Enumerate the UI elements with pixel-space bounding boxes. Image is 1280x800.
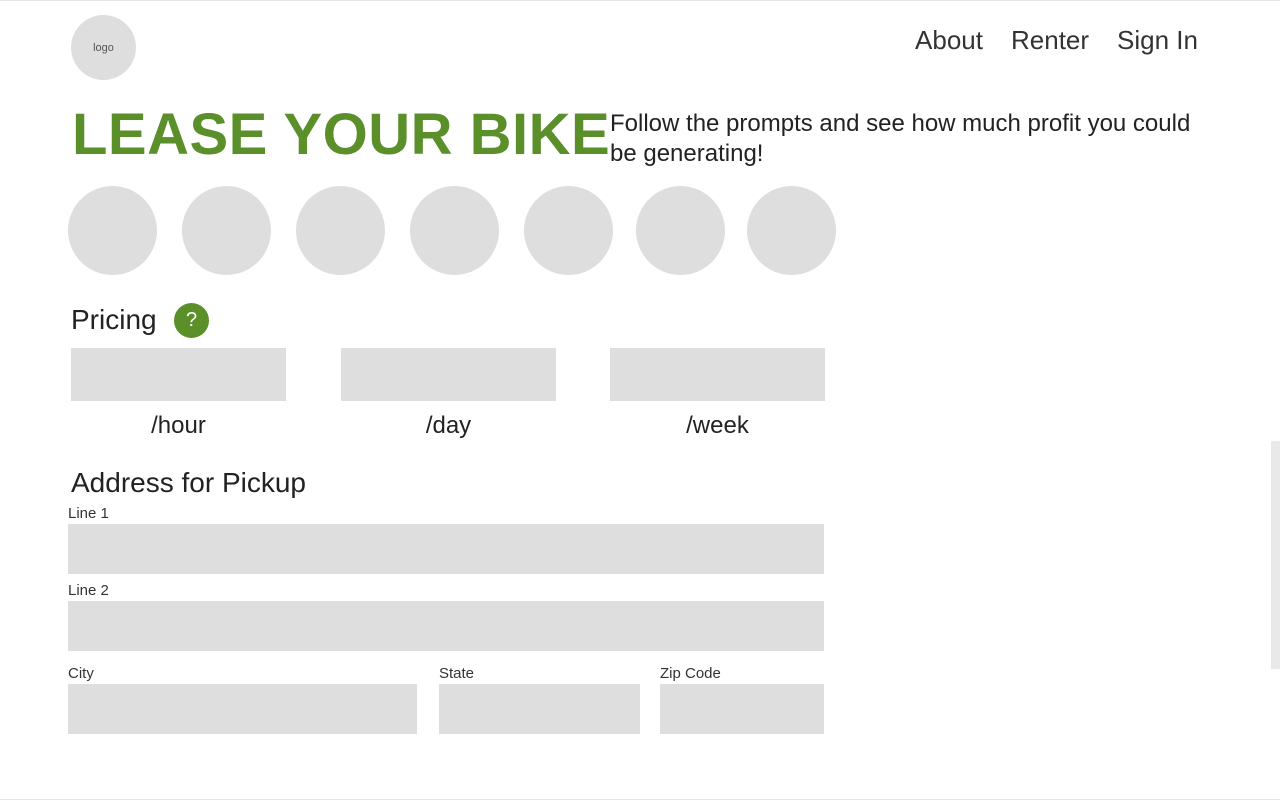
top-nav: About Renter Sign In (915, 25, 1198, 55)
help-icon-glyph: ? (185, 309, 198, 331)
state-input[interactable] (439, 684, 640, 734)
price-hour-input[interactable] (71, 348, 286, 401)
scrollbar[interactable] (1271, 441, 1280, 669)
step-circle[interactable] (636, 186, 725, 275)
step-circle[interactable] (524, 186, 613, 275)
pricing-heading: Pricing (71, 304, 157, 335)
nav-renter-link[interactable]: Renter (1011, 25, 1089, 55)
nav-about-link[interactable]: About (915, 25, 983, 55)
state-label: State (439, 665, 475, 682)
price-day-label: /day (425, 412, 472, 439)
city-label: City (68, 665, 94, 682)
line2-label: Line 2 (68, 582, 109, 599)
price-week-label: /week (686, 412, 749, 439)
price-hour-label: /hour (151, 412, 206, 439)
zip-label: Zip Code (660, 665, 721, 682)
address-heading: Address for Pickup (71, 467, 306, 498)
logo-text: logo (93, 41, 114, 54)
help-icon[interactable]: ? (174, 303, 209, 338)
price-week-input[interactable] (610, 348, 825, 401)
zip-input[interactable] (660, 684, 824, 734)
step-circle[interactable] (296, 186, 385, 275)
address-line2-input[interactable] (68, 601, 824, 651)
address-line1-input[interactable] (68, 524, 824, 574)
step-circle[interactable] (68, 186, 157, 275)
city-input[interactable] (68, 684, 417, 734)
step-circle[interactable] (747, 186, 836, 275)
step-circle[interactable] (410, 186, 499, 275)
step-indicator (68, 186, 848, 276)
price-day-input[interactable] (341, 348, 556, 401)
line1-label: Line 1 (68, 505, 109, 522)
step-circle[interactable] (182, 186, 271, 275)
page-subtitle: Follow the prompts and see how much prof… (610, 110, 1191, 167)
page: logo About Renter Sign In LEASE YOUR BIK… (0, 0, 1280, 800)
page-title: LEASE YOUR BIKE (72, 102, 611, 167)
nav-sign-in-link[interactable]: Sign In (1117, 25, 1198, 55)
logo[interactable]: logo (71, 15, 136, 80)
